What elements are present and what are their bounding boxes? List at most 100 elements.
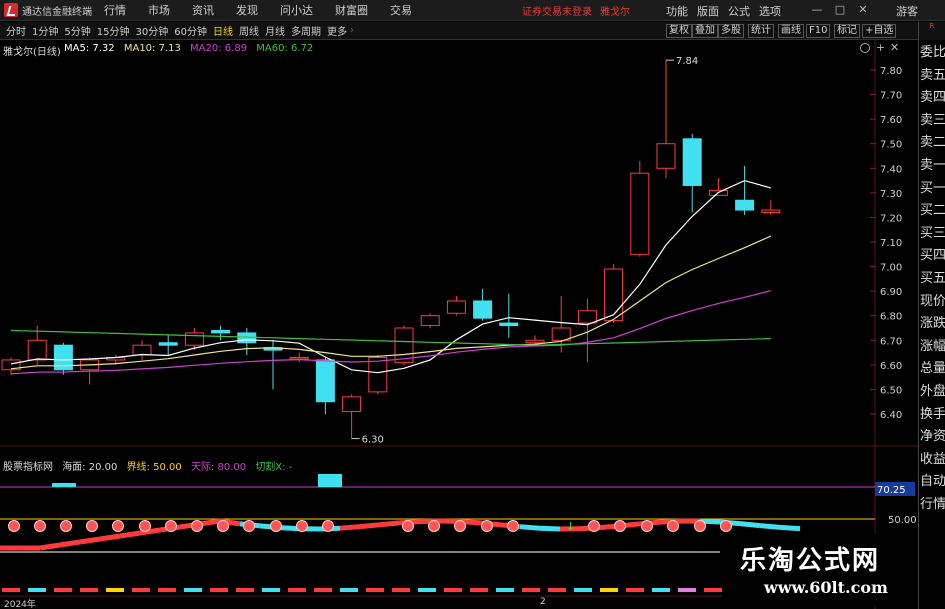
menu-item-trade[interactable]: 交易	[390, 2, 412, 18]
ma5-legend: MA5: 7.32	[64, 43, 115, 54]
signal-band	[779, 524, 801, 532]
menu-item-formula[interactable]: 公式	[728, 3, 750, 19]
window-controls: — □ ✕	[810, 3, 870, 17]
tool-statistics[interactable]: 统计	[748, 24, 774, 38]
candle-body	[289, 356, 309, 360]
candle-body	[211, 329, 231, 334]
signal-ball	[217, 520, 229, 532]
signal-ball	[588, 520, 600, 532]
tool-adjust[interactable]: 复权	[666, 24, 692, 38]
tool-mark[interactable]: 标记	[834, 24, 860, 38]
price-tick-label: 6.70	[880, 336, 902, 347]
period-60min[interactable]: 60分钟	[174, 23, 207, 38]
bottom-signal-block	[340, 588, 358, 592]
bottom-signal-block	[522, 588, 540, 592]
period-15min[interactable]: 15分钟	[97, 23, 130, 38]
price-tick-label: 7.60	[880, 115, 902, 126]
period-toolbar: 分时 1分钟 5分钟 15分钟 30分钟 60分钟 日线 周线 月线 多周期 更…	[0, 22, 945, 40]
side-item-12[interactable]: 涨跌	[919, 313, 945, 335]
side-item-11[interactable]: 现价	[919, 291, 945, 313]
period-daily[interactable]: 日线	[213, 23, 233, 38]
sub-tick-label: 70.25	[877, 485, 906, 496]
tool-draw[interactable]: 画线	[778, 24, 804, 38]
more-chevron-icon[interactable]: ›	[350, 25, 354, 36]
signal-band	[759, 523, 781, 530]
signal-bar	[52, 483, 76, 487]
minimize-icon[interactable]: —	[810, 3, 824, 17]
high-annotation: 7.84	[676, 56, 698, 67]
menu-item-news[interactable]: 资讯	[192, 2, 214, 18]
tool-f10[interactable]: F10	[806, 24, 831, 38]
side-item-5[interactable]: 卖一	[919, 155, 945, 177]
candle-body	[420, 315, 440, 327]
side-item-19[interactable]: 自动	[919, 471, 945, 493]
tool-multi-stock[interactable]: 多股	[718, 24, 744, 38]
side-item-0[interactable]: 委比	[919, 42, 945, 64]
signal-ball	[641, 520, 653, 532]
menu-item-quotes[interactable]: 行情	[104, 2, 126, 18]
sub-legend-sky: 天际: 80.00	[190, 462, 247, 473]
period-multi[interactable]: 多周期	[291, 23, 321, 38]
chart-area[interactable]: 7.80 7.70 7.60 7.50 7.40 7.30 7.20 7.10 7.00 6.90…	[0, 40, 945, 609]
signal-ball	[60, 520, 72, 532]
ma20-line	[10, 290, 771, 375]
signal-ball	[139, 520, 151, 532]
menu-item-discover[interactable]: 发现	[236, 2, 258, 18]
period-5min[interactable]: 5分钟	[64, 23, 90, 38]
tool-add-watchlist[interactable]: +自选	[862, 24, 897, 38]
bottom-signal-block	[418, 588, 436, 592]
close-panel-icon[interactable]: ✕	[890, 41, 899, 54]
side-item-17[interactable]: 净资	[919, 426, 945, 448]
side-item-1[interactable]: 卖五	[919, 65, 945, 87]
sub-legend-cut: 切割X: -	[255, 462, 293, 473]
side-item-6[interactable]: 买一	[919, 178, 945, 200]
bottom-signal-block	[444, 588, 462, 592]
tool-overlay[interactable]: 叠加	[692, 24, 718, 38]
side-item-20[interactable]: 行情	[919, 494, 945, 516]
period-intraday[interactable]: 分时	[6, 23, 26, 38]
kline-chart[interactable]: 7.80 7.70 7.60 7.50 7.40 7.30 7.20 7.10 7.00 6.90…	[0, 40, 918, 609]
menu-item-function[interactable]: 功能	[666, 3, 688, 19]
menu-item-market[interactable]: 市场	[148, 2, 170, 18]
menu-item-layout[interactable]: 版面	[697, 3, 719, 19]
period-30min[interactable]: 30分钟	[135, 23, 168, 38]
side-item-15[interactable]: 外盘	[919, 381, 945, 403]
period-1min[interactable]: 1分钟	[32, 23, 58, 38]
side-item-9[interactable]: 买四	[919, 245, 945, 267]
low-annotation: 6.30	[362, 435, 384, 446]
period-weekly[interactable]: 周线	[239, 23, 259, 38]
side-item-18[interactable]: 收益	[919, 449, 945, 471]
signal-ball	[8, 520, 20, 532]
bottom-signal-block	[132, 588, 150, 592]
side-item-16[interactable]: 换手	[919, 404, 945, 426]
guest-label[interactable]: 游客	[896, 3, 918, 19]
signal-ball	[481, 520, 493, 532]
period-more[interactable]: 更多	[327, 23, 347, 38]
candle-body	[158, 342, 178, 346]
menu-item-options[interactable]: 选项	[759, 3, 781, 19]
side-item-13[interactable]: 涨幅	[919, 336, 945, 358]
settings-gear-icon[interactable]	[860, 43, 870, 53]
price-tick-label: 7.10	[880, 238, 902, 249]
restore-icon[interactable]: □	[833, 3, 847, 17]
bottom-marker: 2	[540, 597, 546, 607]
side-item-7[interactable]: 买二	[919, 200, 945, 222]
signal-band	[379, 520, 401, 528]
side-item-10[interactable]: 买五	[919, 268, 945, 290]
side-item-4[interactable]: 卖二	[919, 132, 945, 154]
side-item-2[interactable]: 卖四	[919, 87, 945, 109]
menu-item-wealth[interactable]: 财富圈	[335, 2, 368, 18]
signal-ball	[428, 520, 440, 532]
side-item-14[interactable]: 总量	[919, 358, 945, 380]
sub-legend-name: 股票指标网	[3, 462, 53, 473]
period-monthly[interactable]: 月线	[265, 23, 285, 38]
side-item-8[interactable]: 买三	[919, 223, 945, 245]
close-icon[interactable]: ✕	[856, 3, 870, 17]
menu-item-ask[interactable]: 问小达	[280, 2, 313, 18]
price-tick-label: 6.60	[880, 361, 902, 372]
signal-ball	[667, 520, 679, 532]
side-item-3[interactable]: 卖三	[919, 110, 945, 132]
bottom-signal-block	[548, 588, 566, 592]
login-status[interactable]: 证券交易未登录	[522, 3, 592, 18]
zoom-in-icon[interactable]: +	[876, 41, 885, 54]
